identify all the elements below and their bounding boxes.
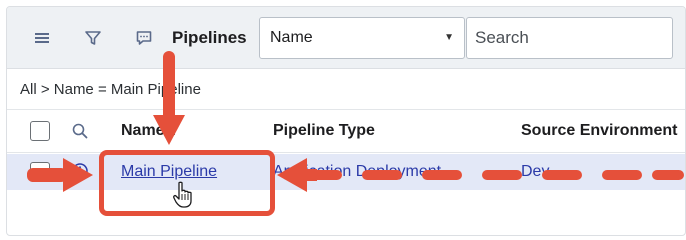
comment-bubble-icon[interactable] — [131, 25, 157, 51]
column-header-name[interactable]: Name▲ — [121, 122, 177, 140]
list-view: Pipelines Name ▼ All > Name = Main Pipel… — [6, 6, 686, 236]
column-header-source-environment[interactable]: Source Environment — [521, 122, 677, 140]
breadcrumb[interactable]: All > Name = Main Pipeline — [20, 79, 201, 101]
column-header-pipeline-type[interactable]: Pipeline Type — [273, 122, 375, 140]
hamburger-menu-icon[interactable] — [29, 25, 55, 51]
pipeline-type-cell: Application Deployment — [273, 163, 442, 180]
search-input[interactable] — [466, 17, 673, 59]
search-icon[interactable] — [71, 122, 89, 145]
sort-ascending-icon: ▲ — [165, 124, 178, 138]
select-all-checkbox[interactable] — [30, 121, 50, 141]
table-header: Name▲ Pipeline Type Source Environment — [7, 109, 685, 153]
select-value: Name — [270, 29, 313, 46]
source-environment-cell: Dev — [521, 163, 550, 180]
page-title: Pipelines — [172, 28, 247, 47]
row-checkbox[interactable] — [30, 162, 50, 182]
list-toolbar: Pipelines Name ▼ — [7, 7, 685, 69]
chevron-down-icon: ▼ — [444, 32, 454, 43]
annotation-highlight-box — [99, 150, 275, 216]
filter-funnel-icon[interactable] — [80, 25, 106, 51]
search-field-select[interactable]: Name ▼ — [259, 17, 465, 59]
info-circle-icon[interactable] — [71, 162, 89, 185]
